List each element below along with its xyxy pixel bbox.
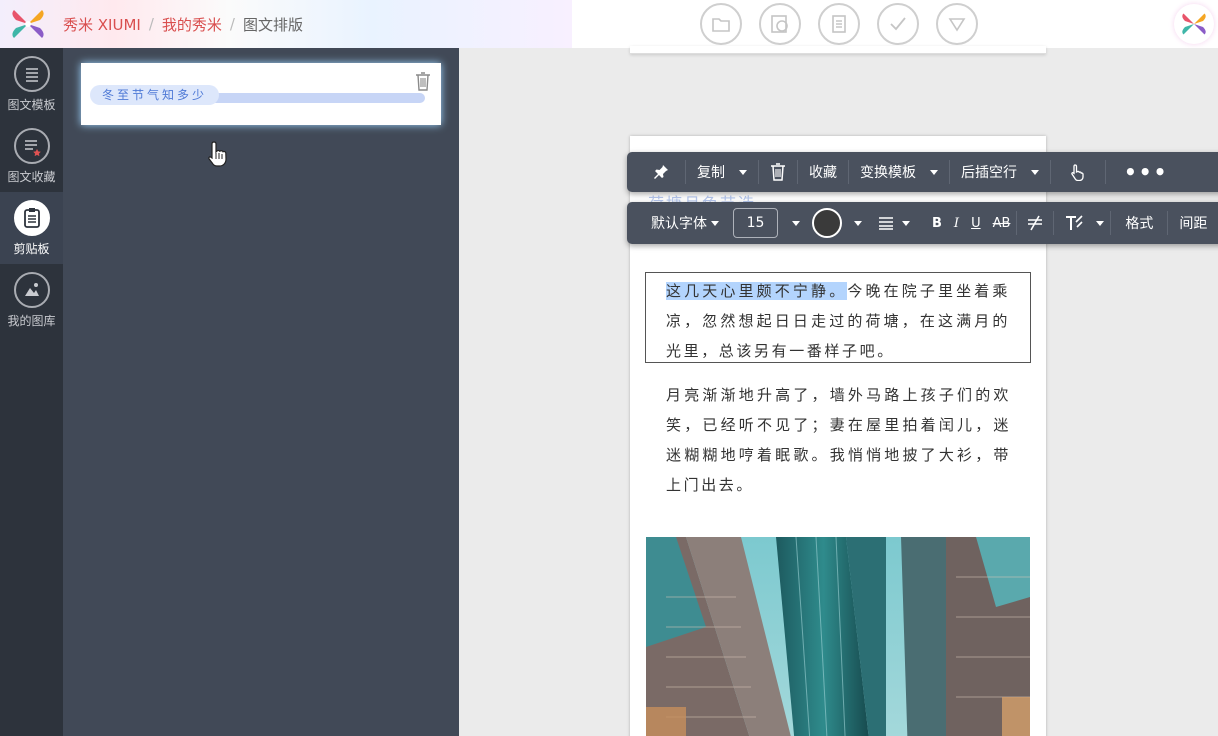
dropdown-icon — [948, 18, 966, 32]
hand-cursor-icon — [208, 141, 227, 167]
xiumi-small-logo-icon — [1182, 13, 1206, 35]
spacing-label: 间距 — [1179, 216, 1208, 232]
chevron-down-icon — [711, 220, 719, 226]
block-toolbar: 复制 收藏 变换模板 后插空行 ••• — [627, 152, 1218, 192]
hand-pointer-icon — [1071, 164, 1084, 181]
format-label: 格式 — [1125, 216, 1154, 232]
font-size-input[interactable]: 15 — [733, 208, 778, 238]
strikethrough-button[interactable]: AB — [987, 202, 1017, 244]
sidebar-item-image-library[interactable]: 我的图库 — [0, 264, 63, 336]
pin-button[interactable] — [627, 152, 685, 192]
copy-button[interactable]: 复制 — [686, 152, 758, 192]
top-bar: 秀米 XIUMI / 我的秀米 / 图文排版 — [0, 0, 1218, 48]
publish-button[interactable] — [877, 3, 919, 45]
chevron-down-icon[interactable] — [739, 169, 747, 175]
sidebar-item-favorites[interactable]: 图文收藏 — [0, 120, 63, 192]
corner-logo[interactable] — [1174, 4, 1214, 44]
sidebar-item-templates[interactable]: 图文模板 — [0, 48, 63, 120]
clipboard-card[interactable]: 冬至节气知多少 — [81, 63, 441, 125]
collect-button[interactable]: 收藏 — [798, 152, 848, 192]
spacing-button[interactable]: 间距 — [1168, 202, 1218, 244]
bold-button[interactable]: B — [916, 202, 948, 244]
sidebar-item-label: 图文模板 — [7, 98, 56, 112]
align-control[interactable] — [868, 202, 916, 244]
clipboard-card-title: 冬至节气知多少 — [90, 85, 431, 105]
photo-image — [646, 537, 1030, 736]
check-icon — [890, 17, 906, 31]
clear-format-button[interactable] — [1017, 202, 1053, 244]
breadcrumb: 秀米 XIUMI / 我的秀米 / 图文排版 — [63, 0, 303, 48]
selected-text[interactable]: 这几天心里颇不宁静。 — [666, 282, 848, 300]
sidebar-item-clipboard[interactable]: 剪贴板 — [0, 192, 63, 264]
title-underline-decoration — [210, 93, 425, 103]
image-library-icon — [13, 272, 50, 308]
breadcrumb-separator: / — [148, 15, 154, 33]
previous-page-edge — [630, 46, 1046, 54]
preview-button[interactable] — [759, 3, 801, 45]
delete-button[interactable] — [759, 152, 797, 192]
more-options-button[interactable] — [936, 3, 978, 45]
select-parent-button[interactable] — [1051, 152, 1105, 192]
collect-label: 收藏 — [809, 165, 837, 181]
paragraph-2[interactable]: 月亮渐渐地升高了，墙外马路上孩子们的欢笑，已经听不见了；妻在屋里拍着闰儿，迷迷糊… — [666, 380, 1011, 500]
chevron-down-icon — [902, 220, 910, 226]
insert-blank-line-button[interactable]: 后插空行 — [950, 152, 1050, 192]
italic-button[interactable]: I — [948, 202, 965, 244]
format-toolbar: 默认字体 15 B I U AB 格式 间距 — [627, 202, 1218, 244]
font-family-label: 默认字体 — [651, 216, 707, 232]
pin-icon — [654, 165, 668, 179]
sidebar-item-label: 剪贴板 — [13, 242, 50, 256]
list-icon — [13, 56, 50, 92]
breadcrumb-current: 图文排版 — [242, 15, 303, 34]
xiumi-logo-icon[interactable] — [8, 4, 48, 44]
chevron-down-icon[interactable] — [930, 169, 938, 175]
trash-icon — [771, 163, 785, 181]
text-color-swatch[interactable] — [812, 208, 842, 238]
copy-label: 复制 — [697, 165, 725, 181]
font-family-select[interactable]: 默认字体 — [627, 202, 727, 244]
align-justify-icon — [879, 217, 893, 230]
sidebar-item-label: 我的图库 — [7, 314, 56, 328]
top-tools — [700, 3, 978, 45]
building-photo[interactable] — [646, 537, 1030, 736]
preview-icon — [771, 15, 788, 33]
format-button[interactable]: 格式 — [1111, 202, 1167, 244]
selected-paragraph-block[interactable]: 这几天心里颇不宁静。今晚在院子里坐着乘凉，忽然想起日日走过的荷塘，在这满月的光里… — [645, 272, 1031, 363]
text-effect-icon — [1066, 215, 1083, 230]
breadcrumb-home-link[interactable]: 秀米 XIUMI — [63, 14, 141, 35]
change-template-button[interactable]: 变换模板 — [849, 152, 949, 192]
icon-sidebar: 图文模板 图文收藏 剪贴板 我的图库 — [0, 48, 63, 736]
save-icon — [832, 15, 846, 33]
paragraph-1[interactable]: 这几天心里颇不宁静。今晚在院子里坐着乘凉，忽然想起日日走过的荷塘，在这满月的光里… — [666, 276, 1010, 366]
text-effect-control[interactable] — [1054, 202, 1110, 244]
breadcrumb-my-xiumi-link[interactable]: 我的秀米 — [162, 14, 222, 35]
chevron-down-icon[interactable] — [792, 220, 800, 226]
more-button[interactable]: ••• — [1106, 152, 1186, 192]
chevron-down-icon[interactable] — [1031, 169, 1039, 175]
clipboard-panel: 冬至节气知多少 — [63, 48, 459, 736]
change-template-label: 变换模板 — [860, 165, 916, 181]
clipboard-icon — [13, 200, 50, 236]
underline-button[interactable]: U — [965, 202, 987, 244]
text-color-control[interactable] — [804, 202, 868, 244]
breadcrumb-separator: / — [229, 15, 235, 33]
clipboard-card-chip: 冬至节气知多少 — [90, 85, 220, 105]
insert-blank-line-label: 后插空行 — [961, 165, 1017, 181]
folder-icon — [712, 18, 730, 32]
more-dots: ••• — [1124, 160, 1169, 184]
clear-format-icon — [1028, 215, 1043, 231]
favorite-list-icon — [13, 128, 50, 164]
open-folder-button[interactable] — [700, 3, 742, 45]
save-button[interactable] — [818, 3, 860, 45]
chevron-down-icon[interactable] — [1096, 220, 1105, 226]
sidebar-item-label: 图文收藏 — [7, 170, 56, 184]
font-size-control: 15 — [727, 202, 804, 244]
trash-icon[interactable] — [415, 71, 431, 91]
chevron-down-icon[interactable] — [854, 220, 862, 226]
